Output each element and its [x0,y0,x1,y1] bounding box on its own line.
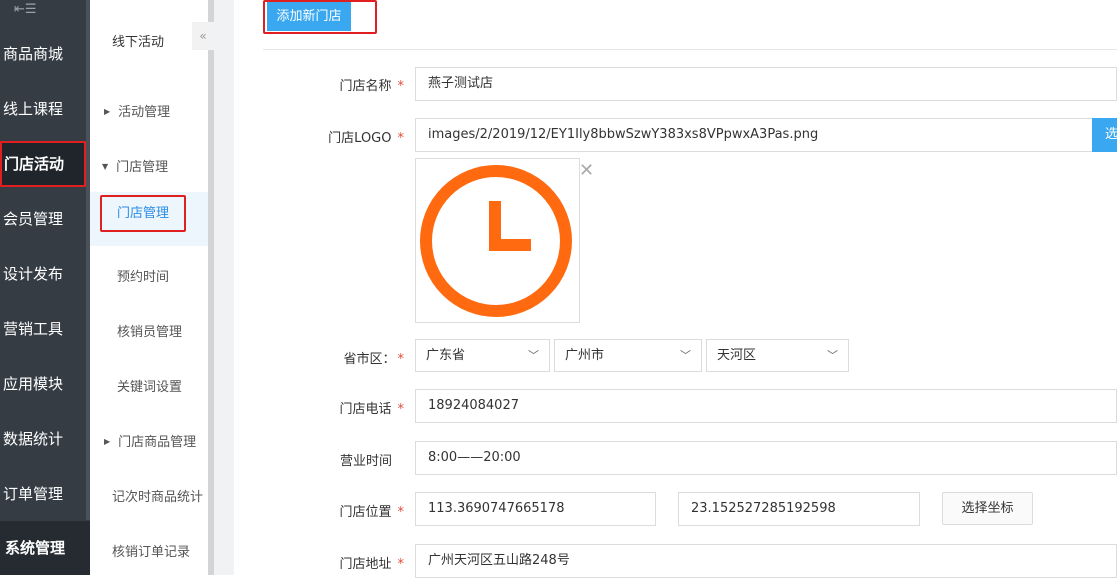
nav-item-orders[interactable]: 订单管理 [0,476,86,512]
submenu-group-activity[interactable]: ▶ 活动管理 [104,101,170,120]
main-sidebar: ⇤☰ 商品商城 线上课程 门店活动 会员管理 设计发布 营销工具 应用模块 数据… [0,0,90,575]
caret-right-icon: ▶ [104,107,111,116]
select-image-button[interactable]: 选 [1092,118,1117,152]
business-hours-input[interactable]: 8:00——20:00 [415,441,1117,475]
close-icon[interactable]: ✕ [579,160,594,181]
city-select[interactable]: 广州市 ﹀ [554,339,702,372]
nav-item-stats[interactable]: 数据统计 [0,421,86,457]
store-address-input[interactable]: 广州天河区五山路248号 [415,544,1117,578]
submenu-title: 线下活动 [112,35,165,50]
chevron-down-icon: ﹀ [528,349,539,362]
submenu-group-label: 门店管理 [116,160,169,175]
business-hours-label: 营业时间 [339,454,392,469]
nav-item-member[interactable]: 会员管理 [0,201,86,237]
submenu-item-store-manage[interactable]: 门店管理 [100,195,186,232]
latitude-input[interactable]: 23.152527285192598 [678,492,920,526]
sub-sidebar: 线下活动 ▶ 活动管理 ▼ 门店管理 门店管理 预约时间 核销员管理 关键词设置 ▶… [90,0,214,575]
province-value: 广东省 [426,348,466,363]
submenu-group-store[interactable]: ▼ 门店管理 [102,156,168,175]
district-value: 天河区 [717,348,757,363]
nav-item-apps[interactable]: 应用模块 [0,366,86,402]
store-logo-label: 门店LOGO * [328,131,404,146]
submenu-group-label: 门店商品管理 [118,435,197,450]
chevron-down-icon: ﹀ [827,349,838,362]
region-label: 省市区： * [343,352,404,367]
content-gutter [214,0,234,575]
nav-item-store-activity[interactable]: 门店活动 [0,141,86,187]
select-coordinates-button[interactable]: 选择坐标 [942,492,1033,525]
submenu-item-keywords[interactable]: 关键词设置 [117,376,182,395]
nav-item-marketing[interactable]: 营销工具 [0,311,86,347]
province-select[interactable]: 广东省 ﹀ [415,339,550,372]
clock-icon [420,165,572,317]
nav-item-mall[interactable]: 商品商城 [0,36,86,72]
district-select[interactable]: 天河区 ﹀ [706,339,849,372]
store-address-label: 门店地址 * [339,557,404,572]
logo-preview [415,158,580,323]
store-logo-input[interactable]: images/2/2019/12/EY1Ily8bbwSzwY383xs8VPp… [415,118,1093,152]
submenu-group-label: 活动管理 [118,105,171,120]
city-value: 广州市 [565,348,605,363]
submenu-item-booking-time[interactable]: 预约时间 [117,266,169,285]
nav-item-online-course[interactable]: 线上课程 [0,91,86,127]
add-store-button[interactable]: 添加新门店 [267,2,351,31]
submenu-item-verify-orders[interactable]: 核销订单记录 [112,541,190,560]
nav-item-design[interactable]: 设计发布 [0,256,86,292]
submenu-item-count-stats[interactable]: 记次时商品统计 [112,486,203,505]
chevron-down-icon: ﹀ [680,349,691,362]
store-phone-input[interactable]: 18924084027 [415,389,1117,423]
menu-collapse-icon[interactable]: ⇤☰ [14,2,37,17]
nav-item-system[interactable]: 系统管理 [0,521,90,575]
main-content: 添加新门店 门店名称 * 燕子测试店 门店LOGO * images/2/2019/… [234,0,1117,578]
store-phone-label: 门店电话 * [339,402,404,417]
store-name-label: 门店名称 * [339,79,404,94]
submenu-item-verifier[interactable]: 核销员管理 [117,321,182,340]
store-name-input[interactable]: 燕子测试店 [415,67,1117,101]
submenu-group-store-goods[interactable]: ▶ 门店商品管理 [104,431,196,450]
submenu-collapse-button[interactable]: « [192,22,214,50]
toolbar-divider [263,49,1117,50]
caret-down-icon: ▼ [102,162,109,171]
caret-right-icon: ▶ [104,437,111,446]
longitude-input[interactable]: 113.3690747665178 [415,492,656,526]
store-location-label: 门店位置 * [339,505,404,520]
